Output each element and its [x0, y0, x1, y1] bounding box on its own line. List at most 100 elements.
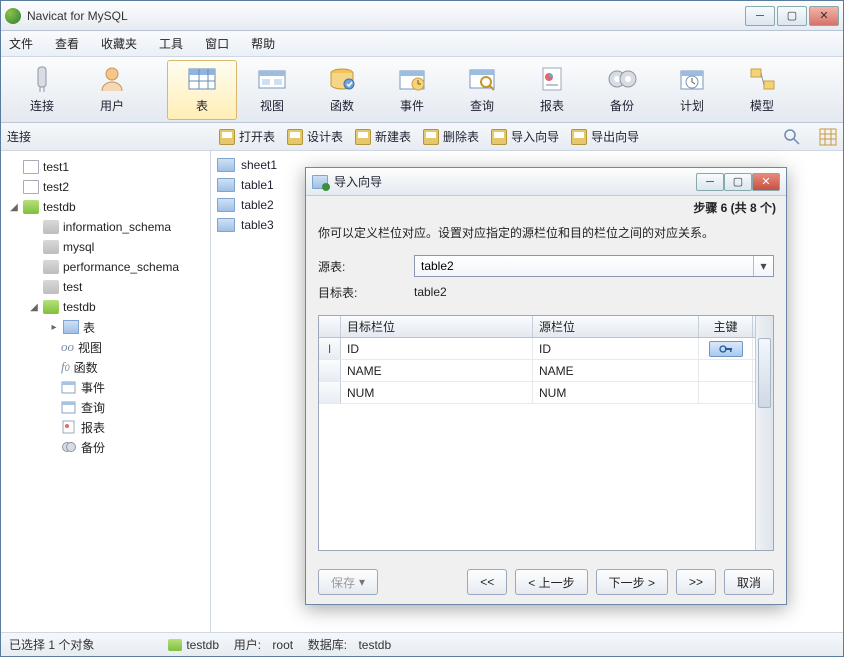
col-target-header[interactable]: 目标栏位 [341, 316, 533, 337]
first-button[interactable]: << [467, 569, 507, 595]
col-source-header[interactable]: 源栏位 [533, 316, 699, 337]
dialog-close-button[interactable]: ✕ [752, 173, 780, 191]
database-icon [168, 639, 182, 651]
search-icon[interactable] [783, 128, 801, 146]
status-bar: 已选择 1 个对象 testdb 用户: root 数据库: testdb [1, 632, 843, 656]
prev-button[interactable]: < 上一步 [515, 569, 587, 595]
row-cursor-icon: I [319, 338, 341, 359]
dialog-minimize-button[interactable]: ─ [696, 173, 724, 191]
tree-tables[interactable]: ▸表 [3, 317, 208, 337]
connection-icon [23, 160, 39, 174]
connect-button[interactable]: 连接 [7, 60, 77, 120]
source-field-cell[interactable]: ID [533, 338, 699, 359]
backup-button[interactable]: 备份 [587, 60, 657, 120]
event-button[interactable]: 事件 [377, 60, 447, 120]
menu-help[interactable]: 帮助 [251, 35, 275, 52]
new-table-button[interactable]: 新建表 [355, 128, 411, 145]
query-button[interactable]: 查询 [447, 60, 517, 120]
open-table-icon [219, 129, 235, 145]
dialog-titlebar: 导入向导 ─ ▢ ✕ [306, 168, 786, 196]
source-field-cell[interactable]: NAME [533, 360, 699, 381]
scrollbar-thumb[interactable] [758, 338, 771, 408]
pk-cell[interactable] [699, 338, 753, 359]
tree-backups[interactable]: 备份 [3, 437, 208, 457]
last-button[interactable]: >> [676, 569, 716, 595]
dialog-button-bar: 保存▾ << < 上一步 下一步 > >> 取消 [306, 560, 786, 604]
source-table-label: 源表: [318, 258, 414, 275]
schedule-button[interactable]: 计划 [657, 60, 727, 120]
next-button[interactable]: 下一步 > [596, 569, 668, 595]
cancel-button[interactable]: 取消 [724, 569, 774, 595]
menu-fav[interactable]: 收藏夹 [101, 35, 137, 52]
view-button[interactable]: 视图 [237, 60, 307, 120]
status-selection: 已选择 1 个对象 [9, 636, 94, 653]
user-button[interactable]: 用户 [77, 60, 147, 120]
export-wizard-button[interactable]: 导出向导 [571, 128, 639, 145]
report-button[interactable]: 报表 [517, 60, 587, 120]
close-button[interactable]: ✕ [809, 6, 839, 26]
grid-row[interactable]: I ID ID [319, 338, 755, 360]
maximize-button[interactable]: ▢ [777, 6, 807, 26]
menu-file[interactable]: 文件 [9, 35, 33, 52]
tree-events[interactable]: 事件 [3, 377, 208, 397]
database-icon [43, 240, 59, 254]
target-field-cell[interactable]: ID [341, 338, 533, 359]
new-table-icon [355, 129, 371, 145]
tree-conn-test1[interactable]: test1 [3, 157, 208, 177]
tree-views[interactable]: oo视图 [3, 337, 208, 357]
table-button[interactable]: 表 [167, 60, 237, 120]
save-button[interactable]: 保存▾ [318, 569, 378, 595]
grid-view-icon[interactable] [819, 128, 837, 146]
table-icon [217, 178, 235, 192]
table-icon [217, 158, 235, 172]
connection-icon [23, 180, 39, 194]
tree-queries[interactable]: 查询 [3, 397, 208, 417]
tree-db-information-schema[interactable]: information_schema [3, 217, 208, 237]
pk-cell[interactable] [699, 382, 753, 403]
tree-conn-testdb[interactable]: ◢testdb [3, 197, 208, 217]
source-field-cell[interactable]: NUM [533, 382, 699, 403]
import-wizard-dialog: 导入向导 ─ ▢ ✕ 步骤 6 (共 8 个) 你可以定义栏位对应。设置对应指定… [305, 167, 787, 605]
database-icon [43, 280, 59, 294]
open-table-button[interactable]: 打开表 [219, 128, 275, 145]
col-pk-header[interactable]: 主键 [699, 316, 753, 337]
dialog-title: 导入向导 [334, 173, 696, 190]
event-icon [396, 65, 428, 93]
minimize-button[interactable]: ─ [745, 6, 775, 26]
target-field-cell[interactable]: NAME [341, 360, 533, 381]
import-wizard-button[interactable]: 导入向导 [491, 128, 559, 145]
view-icon [256, 65, 288, 93]
design-table-button[interactable]: 设计表 [287, 128, 343, 145]
grid-row[interactable]: NAME NAME [319, 360, 755, 382]
delete-table-button[interactable]: 删除表 [423, 128, 479, 145]
menu-view[interactable]: 查看 [55, 35, 79, 52]
tree-db-performance-schema[interactable]: performance_schema [3, 257, 208, 277]
tree-reports[interactable]: 报表 [3, 417, 208, 437]
backup-icon [61, 440, 77, 454]
pk-cell[interactable] [699, 360, 753, 381]
grid-header: 目标栏位 源栏位 主键 [319, 316, 755, 338]
connection-label: 连接 [7, 128, 207, 145]
tree-conn-test2[interactable]: test2 [3, 177, 208, 197]
connection-tree[interactable]: test1 test2 ◢testdb information_schema m… [1, 151, 211, 632]
table-icon [186, 65, 218, 93]
tree-db-test[interactable]: test [3, 277, 208, 297]
report-icon [536, 65, 568, 93]
query-icon [466, 65, 498, 93]
tree-db-testdb[interactable]: ◢testdb [3, 297, 208, 317]
menu-tools[interactable]: 工具 [159, 35, 183, 52]
grid-row[interactable]: NUM NUM [319, 382, 755, 404]
source-table-select[interactable]: table2 ▾ [414, 255, 774, 277]
menu-window[interactable]: 窗口 [205, 35, 229, 52]
grid-scrollbar[interactable] [755, 316, 773, 550]
tree-functions[interactable]: f0函数 [3, 357, 208, 377]
plug-icon [26, 65, 58, 93]
dialog-maximize-button[interactable]: ▢ [724, 173, 752, 191]
model-button[interactable]: 模型 [727, 60, 797, 120]
dialog-step-label: 步骤 6 (共 8 个) [306, 196, 786, 218]
target-field-cell[interactable]: NUM [341, 382, 533, 403]
field-mapping-grid[interactable]: 目标栏位 源栏位 主键 I ID ID NAME NAME [318, 315, 774, 551]
function-button[interactable]: 函数 [307, 60, 377, 120]
tree-db-mysql[interactable]: mysql [3, 237, 208, 257]
import-icon [491, 129, 507, 145]
